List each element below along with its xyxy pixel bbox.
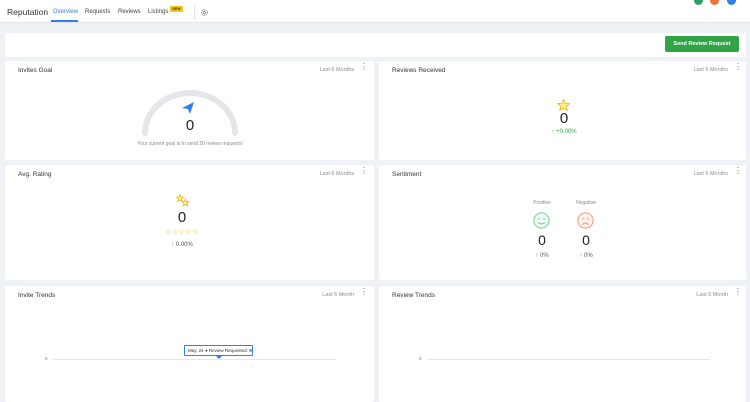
card-title: Sentiment [392,171,422,178]
card-range: Last 6 Months [693,171,728,177]
avatar[interactable] [694,0,703,5]
rating-stars: ☆☆☆☆☆ [165,229,199,236]
new-badge: NEW [170,6,183,12]
negative-change: ↑ 0% [579,253,593,259]
reviews-received-card: Reviews Received Last 6 Months ⋮ 0 ↑ +0.… [379,61,746,160]
action-bar: Send Review Request [5,33,746,57]
reviews-value: 0 [559,110,569,127]
tab-reviews[interactable]: Reviews [118,9,141,15]
negative-label: Negative [576,200,596,206]
sentiment-card: Sentiment Last 6 Months ⋮ Positive Negat… [379,165,746,280]
card-range: Last 6 Months [319,67,354,73]
rating-change: ↑ 0.00% [171,242,193,248]
send-review-request-button[interactable]: Send Review Request [665,36,739,52]
more-options-icon[interactable]: ⋮ [360,288,368,300]
card-range: Last 6 Months [693,67,728,73]
tooltip-pointer [216,356,222,359]
goal-value: 0 [185,117,195,134]
rating-icon [176,194,190,207]
card-title: Reviews Received [392,67,446,74]
card-range: Last 6 Month [696,292,728,298]
x-axis-line [53,359,336,360]
more-options-icon[interactable]: ⋮ [360,167,368,179]
sad-face-icon [577,212,594,229]
tab-listings[interactable]: Listings [148,9,168,15]
card-range: Last 6 Months [319,171,354,177]
negative-value: 0 [582,232,590,248]
goal-caption: Your current goal is to send 20 review r… [137,141,243,147]
more-options-icon[interactable]: ⋮ [360,63,368,75]
avatar[interactable] [727,0,736,5]
y-axis-tick: 0 [419,356,422,361]
card-range: Last 6 Month [322,292,354,298]
top-nav: Reputation Overview Requests Reviews Lis… [0,0,750,23]
active-tab-indicator [51,20,78,22]
paper-plane-icon [182,102,194,114]
avg-rating-card: Avg. Rating Last 6 Months ⋮ 0 ☆☆☆☆☆ ↑ 0.… [5,165,374,280]
invites-goal-card: Invites Goal Last 6 Months ⋮ 0 Your curr… [5,61,374,160]
happy-face-icon [533,212,550,229]
card-title: Avg. Rating [18,171,52,178]
invite-trends-card: Invite Trends Last 6 Month ⋮ 0 [5,286,374,402]
more-options-icon[interactable]: ⋮ [734,63,742,75]
tab-overview[interactable]: Overview [53,9,78,15]
avatar[interactable] [710,0,719,5]
app-title: Reputation [7,7,49,17]
nav-divider [194,5,195,19]
gear-icon[interactable] [200,8,209,17]
positive-value: 0 [538,232,546,248]
tab-requests[interactable]: Requests [85,9,110,15]
card-title: Invite Trends [18,292,56,299]
more-options-icon[interactable]: ⋮ [734,288,742,300]
x-axis-line [427,359,710,360]
chart-tooltip: May, 24 ● Review Requested: 0 [184,345,253,356]
y-axis-tick: 0 [45,356,48,361]
review-trends-card: Review Trends Last 6 Month ⋮ 0 [379,286,746,402]
positive-label: Positive [533,200,551,206]
card-title: Invites Goal [18,67,53,74]
rating-value: 0 [177,209,187,226]
reviews-change: ↑ +0.00% [551,129,577,135]
positive-change: ↑ 0% [535,253,549,259]
more-options-icon[interactable]: ⋮ [734,167,742,179]
card-title: Review Trends [392,292,435,299]
